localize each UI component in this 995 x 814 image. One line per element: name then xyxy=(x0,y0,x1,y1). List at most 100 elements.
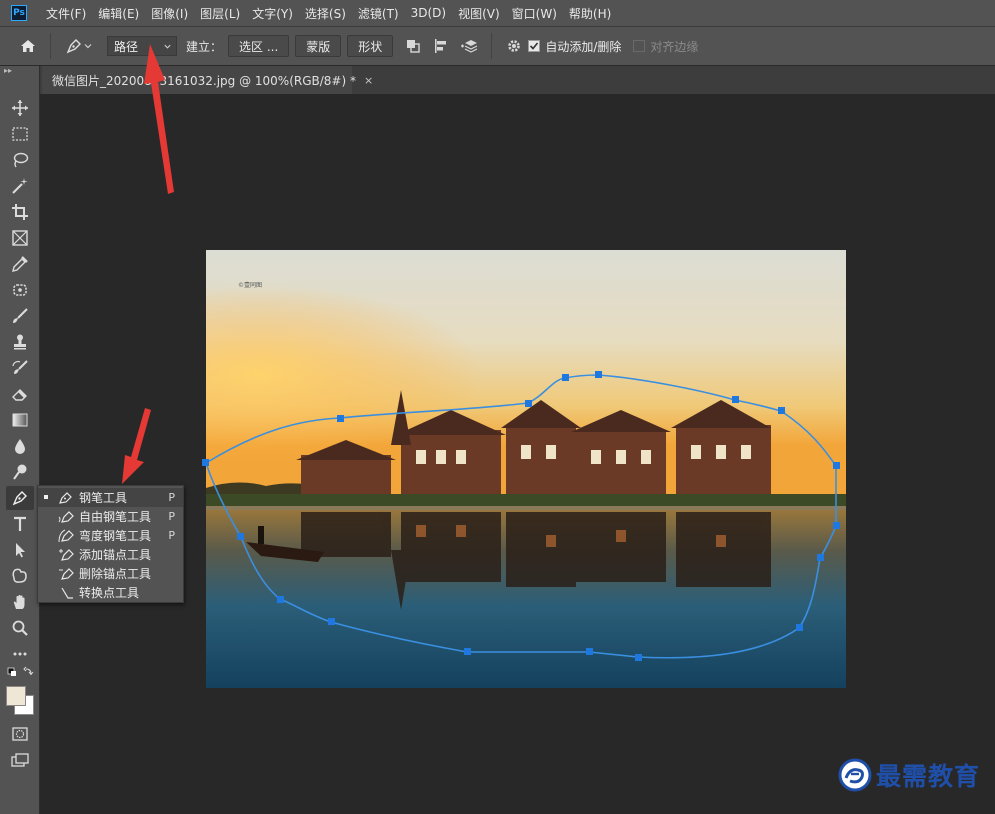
quick-mask-button[interactable] xyxy=(6,722,34,746)
flyout-item-delete-anchor[interactable]: 删除锚点工具 xyxy=(38,564,183,583)
path-selection-tool[interactable] xyxy=(6,538,34,562)
pen-tool-flyout: 钢笔工具 P 自由钢笔工具 P 弯度钢笔工具 P 添加锚点工具 删除锚点工具 转… xyxy=(37,485,184,603)
photoshop-logo-icon: Ps xyxy=(11,5,27,21)
chevron-down-icon xyxy=(84,44,92,49)
path-selection-arrow-icon xyxy=(16,543,25,558)
flyout-item-convert-point[interactable]: 转换点工具 xyxy=(38,583,183,602)
magnifier-icon xyxy=(12,620,28,636)
separator xyxy=(50,33,51,59)
stamp-icon xyxy=(14,334,26,350)
dodge-tool[interactable] xyxy=(6,460,34,484)
brand-watermark-text: 最需教育 xyxy=(876,762,981,791)
align-edges-checkbox[interactable] xyxy=(633,40,646,52)
dodge-icon xyxy=(13,464,27,480)
path-alignment-button[interactable] xyxy=(430,35,452,57)
path-operations-button[interactable] xyxy=(402,35,424,57)
home-icon xyxy=(21,40,35,52)
default-colors-swap[interactable] xyxy=(6,666,34,680)
document-tab-bar: 微信图片_20200813161032.jpg @ 100%(RGB/8#) *… xyxy=(40,66,995,94)
add-anchor-icon xyxy=(59,548,74,561)
frame-icon xyxy=(12,230,28,246)
selected-bullet-icon xyxy=(44,495,48,499)
menu-type[interactable]: 文字(Y) xyxy=(252,5,293,22)
move-tool[interactable] xyxy=(6,96,34,120)
rectangular-marquee-icon xyxy=(12,127,28,141)
blur-tool[interactable] xyxy=(6,434,34,458)
eyedropper-tool[interactable] xyxy=(6,252,34,276)
gradient-icon xyxy=(12,413,28,427)
pen-tool[interactable] xyxy=(6,486,34,510)
history-brush-icon xyxy=(12,360,28,374)
menu-file[interactable]: 文件(F) xyxy=(46,5,86,22)
close-tab-button[interactable]: × xyxy=(364,74,373,87)
flyout-item-label: 自由钢笔工具 xyxy=(79,510,152,524)
make-label: 建立： xyxy=(186,39,223,54)
collapse-icon[interactable]: ▸▸ xyxy=(4,66,12,75)
tool-preset-picker[interactable] xyxy=(65,37,107,55)
type-tool[interactable] xyxy=(6,512,34,536)
auto-add-delete-checkbox[interactable] xyxy=(528,40,541,52)
make-shape-button[interactable]: 形状 xyxy=(347,35,394,57)
make-mask-button[interactable]: 蒙版 xyxy=(295,35,342,57)
screen-mode-button[interactable] xyxy=(6,748,34,772)
marquee-tool[interactable] xyxy=(6,122,34,146)
flyout-item-label: 弯度钢笔工具 xyxy=(79,529,152,543)
pen-icon xyxy=(66,39,81,54)
move-icon xyxy=(12,100,28,116)
document-image[interactable]: ©壹同图 xyxy=(206,250,846,688)
zoom-tool[interactable] xyxy=(6,616,34,640)
eraser-tool[interactable] xyxy=(6,382,34,406)
hand-tool[interactable] xyxy=(6,590,34,614)
gradient-tool[interactable] xyxy=(6,408,34,432)
flyout-item-pen[interactable]: 钢笔工具 P xyxy=(38,488,183,507)
align-left-icon xyxy=(435,39,447,53)
menu-select[interactable]: 选择(S) xyxy=(305,5,346,22)
eraser-icon xyxy=(12,389,27,401)
edit-toolbar-button[interactable] xyxy=(6,642,34,666)
brush-tool[interactable] xyxy=(6,304,34,328)
flyout-item-label: 转换点工具 xyxy=(79,586,140,600)
curvature-pen-icon xyxy=(58,529,74,542)
flyout-item-add-anchor[interactable]: 添加锚点工具 xyxy=(38,545,183,564)
photo-watermark-text: ©壹同图 xyxy=(238,281,262,289)
more-dots-icon xyxy=(13,652,27,656)
menu-help[interactable]: 帮助(H) xyxy=(569,5,611,22)
shortcut-key: P xyxy=(168,510,175,523)
menu-filter[interactable]: 滤镜(T) xyxy=(358,5,399,22)
flyout-item-curvature-pen[interactable]: 弯度钢笔工具 P xyxy=(38,526,183,545)
menu-layer[interactable]: 图层(L) xyxy=(200,5,240,22)
document-tab[interactable]: 微信图片_20200813161032.jpg @ 100%(RGB/8#) *… xyxy=(42,66,373,94)
path-operations-icon xyxy=(407,40,421,53)
brand-logo-icon xyxy=(838,758,872,792)
path-mode-value: 路径 xyxy=(114,39,139,54)
make-selection-button[interactable]: 选区 ... xyxy=(228,35,290,57)
menu-edit[interactable]: 编辑(E) xyxy=(98,5,139,22)
options-bar: 路径 建立： 选区 ... 蒙版 形状 自动添加/删除 对齐边缘 xyxy=(0,26,995,66)
clone-stamp-tool[interactable] xyxy=(6,330,34,354)
menu-image[interactable]: 图像(I) xyxy=(151,5,188,22)
hand-icon xyxy=(13,595,25,609)
menu-3d[interactable]: 3D(D) xyxy=(411,6,446,20)
menu-view[interactable]: 视图(V) xyxy=(458,5,500,22)
healing-brush-tool[interactable] xyxy=(6,278,34,302)
crop-icon xyxy=(12,204,28,220)
menu-window[interactable]: 窗口(W) xyxy=(512,5,557,22)
home-button[interactable] xyxy=(14,32,42,60)
crop-tool[interactable] xyxy=(6,200,34,224)
history-brush-tool[interactable] xyxy=(6,356,34,380)
delete-anchor-icon xyxy=(59,567,74,580)
path-options-button[interactable] xyxy=(503,35,525,57)
healing-brush-icon xyxy=(13,284,27,296)
swap-colors-icon xyxy=(7,666,34,676)
foreground-color-swatch[interactable] xyxy=(6,686,26,706)
lasso-tool[interactable] xyxy=(6,148,34,172)
magic-wand-icon xyxy=(12,178,28,194)
menu-bar: Ps 文件(F) 编辑(E) 图像(I) 图层(L) 文字(Y) 选择(S) 滤… xyxy=(0,0,995,26)
flyout-item-freeform-pen[interactable]: 自由钢笔工具 P xyxy=(38,507,183,526)
custom-shape-tool[interactable] xyxy=(6,564,34,588)
path-mode-select[interactable]: 路径 xyxy=(107,36,177,56)
custom-shape-icon xyxy=(12,568,27,583)
magic-wand-tool[interactable] xyxy=(6,174,34,198)
frame-tool[interactable] xyxy=(6,226,34,250)
path-arrangement-button[interactable] xyxy=(458,35,480,57)
